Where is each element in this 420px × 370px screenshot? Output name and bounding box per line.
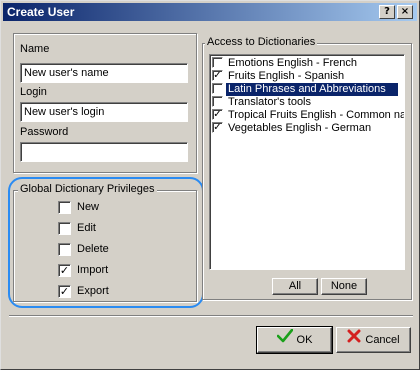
cancel-button[interactable]: Cancel <box>336 327 411 353</box>
password-label: Password <box>20 126 69 138</box>
dictionary-checkbox[interactable] <box>212 83 223 94</box>
privilege-checkbox-delete[interactable] <box>58 243 71 256</box>
name-field[interactable]: New user's name <box>20 63 188 83</box>
dictionary-checkbox[interactable]: ✓ <box>212 122 223 133</box>
dictionary-checkbox[interactable] <box>212 57 223 68</box>
privilege-label-edit: Edit <box>77 222 96 234</box>
cancel-button-label: Cancel <box>365 334 400 347</box>
name-label: Name <box>20 43 50 55</box>
dictionary-label: Tropical Fruits English - Common nar <box>228 109 405 121</box>
green-checkmark-icon <box>276 328 293 352</box>
login-field[interactable]: New user's login <box>20 102 188 122</box>
dictionary-label: Vegetables English - German <box>228 122 372 134</box>
dictionary-checkbox[interactable] <box>212 96 223 107</box>
all-button[interactable]: All <box>272 278 318 295</box>
title-bar: Create User ? × <box>3 3 417 21</box>
create-user-dialog: Create User ? × Name New user's name Log… <box>0 0 420 370</box>
privilege-label-import: Import <box>77 264 109 276</box>
ok-button-label: OK <box>296 334 313 347</box>
dictionary-label: Fruits English - Spanish <box>228 70 345 82</box>
dictionary-label: Translator's tools <box>228 96 311 108</box>
privilege-checkbox-export[interactable]: ✓ <box>58 285 71 298</box>
privileges-group: Global Dictionary Privileges New Edit Dele… <box>13 183 197 302</box>
dictionaries-title: Access to Dictionaries <box>205 36 318 48</box>
privilege-label-delete: Delete <box>77 243 109 255</box>
login-label: Login <box>20 86 47 98</box>
bottom-separator <box>9 315 413 317</box>
privilege-checkbox-edit[interactable] <box>58 222 71 235</box>
privilege-label-new: New <box>77 201 100 213</box>
dictionaries-list[interactable]: Emotions English - French ✓ Fruits English… <box>209 54 405 270</box>
all-button-label: All <box>288 280 302 292</box>
privileges-title: Global Dictionary Privileges <box>18 183 157 195</box>
close-button[interactable]: × <box>397 5 413 19</box>
privilege-checkbox-new[interactable] <box>58 201 71 214</box>
privilege-checkbox-import[interactable]: ✓ <box>58 264 71 277</box>
dictionary-label: Emotions English - French <box>228 57 357 69</box>
dictionary-label: Latin Phrases and Abbreviations <box>226 83 398 96</box>
dictionary-checkbox[interactable]: ✓ <box>212 70 223 81</box>
none-button[interactable]: None <box>321 278 367 295</box>
window-title: Create User <box>7 5 75 19</box>
red-x-icon <box>347 328 361 352</box>
dictionaries-group: Access to Dictionaries Emotions English … <box>202 36 412 300</box>
user-info-group: Name New user's name Login New user's lo… <box>13 33 197 173</box>
none-button-label: None <box>330 280 358 292</box>
password-field[interactable] <box>20 142 188 162</box>
help-button[interactable]: ? <box>379 5 395 19</box>
dictionary-checkbox[interactable]: ✓ <box>212 109 223 120</box>
ok-button[interactable]: OK <box>256 326 333 354</box>
privilege-label-export: Export <box>77 285 109 297</box>
